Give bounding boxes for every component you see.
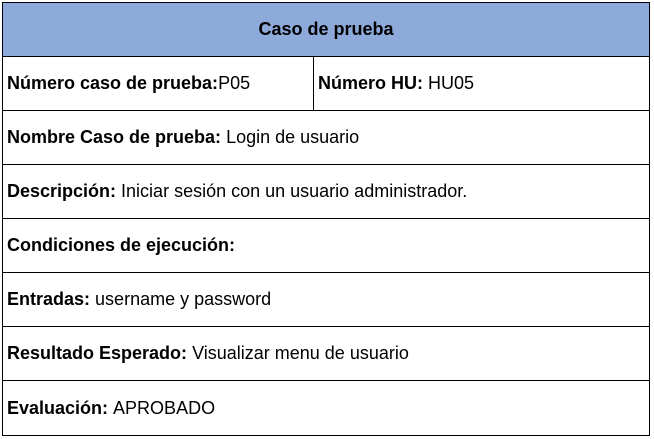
test-case-number-value: P05 (218, 73, 251, 93)
table-title: Caso de prueba (258, 19, 394, 39)
cell-description: Descripción: Iniciar sesión con un usuar… (3, 165, 649, 218)
cell-evaluation: Evaluación: APROBADO (3, 381, 649, 436)
expected-label: Resultado Esperado: (7, 343, 188, 363)
cell-inputs: Entradas: username y password (3, 273, 649, 326)
row-conditions: Condiciones de ejecución: (3, 219, 649, 273)
row-expected: Resultado Esperado: Visualizar menu de u… (3, 327, 649, 381)
description-value: Iniciar sesión con un usuario administra… (121, 181, 468, 201)
row-name: Nombre Caso de prueba: Login de usuario (3, 111, 649, 165)
cell-expected: Resultado Esperado: Visualizar menu de u… (3, 327, 649, 380)
cell-hu-number: Número HU: HU05 (314, 57, 649, 110)
name-value: Login de usuario (226, 127, 360, 147)
evaluation-value: APROBADO (113, 398, 216, 418)
cell-test-case-number: Número caso de prueba: P05 (3, 57, 314, 110)
cell-conditions: Condiciones de ejecución: (3, 219, 649, 272)
hu-number-value: HU05 (428, 73, 475, 93)
inputs-label: Entradas: (7, 289, 91, 309)
row-description: Descripción: Iniciar sesión con un usuar… (3, 165, 649, 219)
cell-name: Nombre Caso de prueba: Login de usuario (3, 111, 649, 164)
name-label: Nombre Caso de prueba: (7, 127, 222, 147)
evaluation-label: Evaluación: (7, 398, 109, 418)
expected-value: Visualizar menu de usuario (192, 343, 409, 363)
test-case-number-label: Número caso de prueba: (7, 73, 219, 93)
row-numbers: Número caso de prueba: P05 Número HU: HU0… (3, 57, 649, 111)
row-inputs: Entradas: username y password (3, 273, 649, 327)
hu-number-label: Número HU: (318, 73, 424, 93)
test-case-table: Caso de prueba Número caso de prueba: P05… (2, 2, 650, 436)
row-evaluation: Evaluación: APROBADO (3, 381, 649, 436)
table-header-row: Caso de prueba (3, 3, 649, 57)
inputs-value: username y password (95, 289, 272, 309)
description-label: Descripción: (7, 181, 117, 201)
conditions-label: Condiciones de ejecución: (7, 235, 236, 255)
